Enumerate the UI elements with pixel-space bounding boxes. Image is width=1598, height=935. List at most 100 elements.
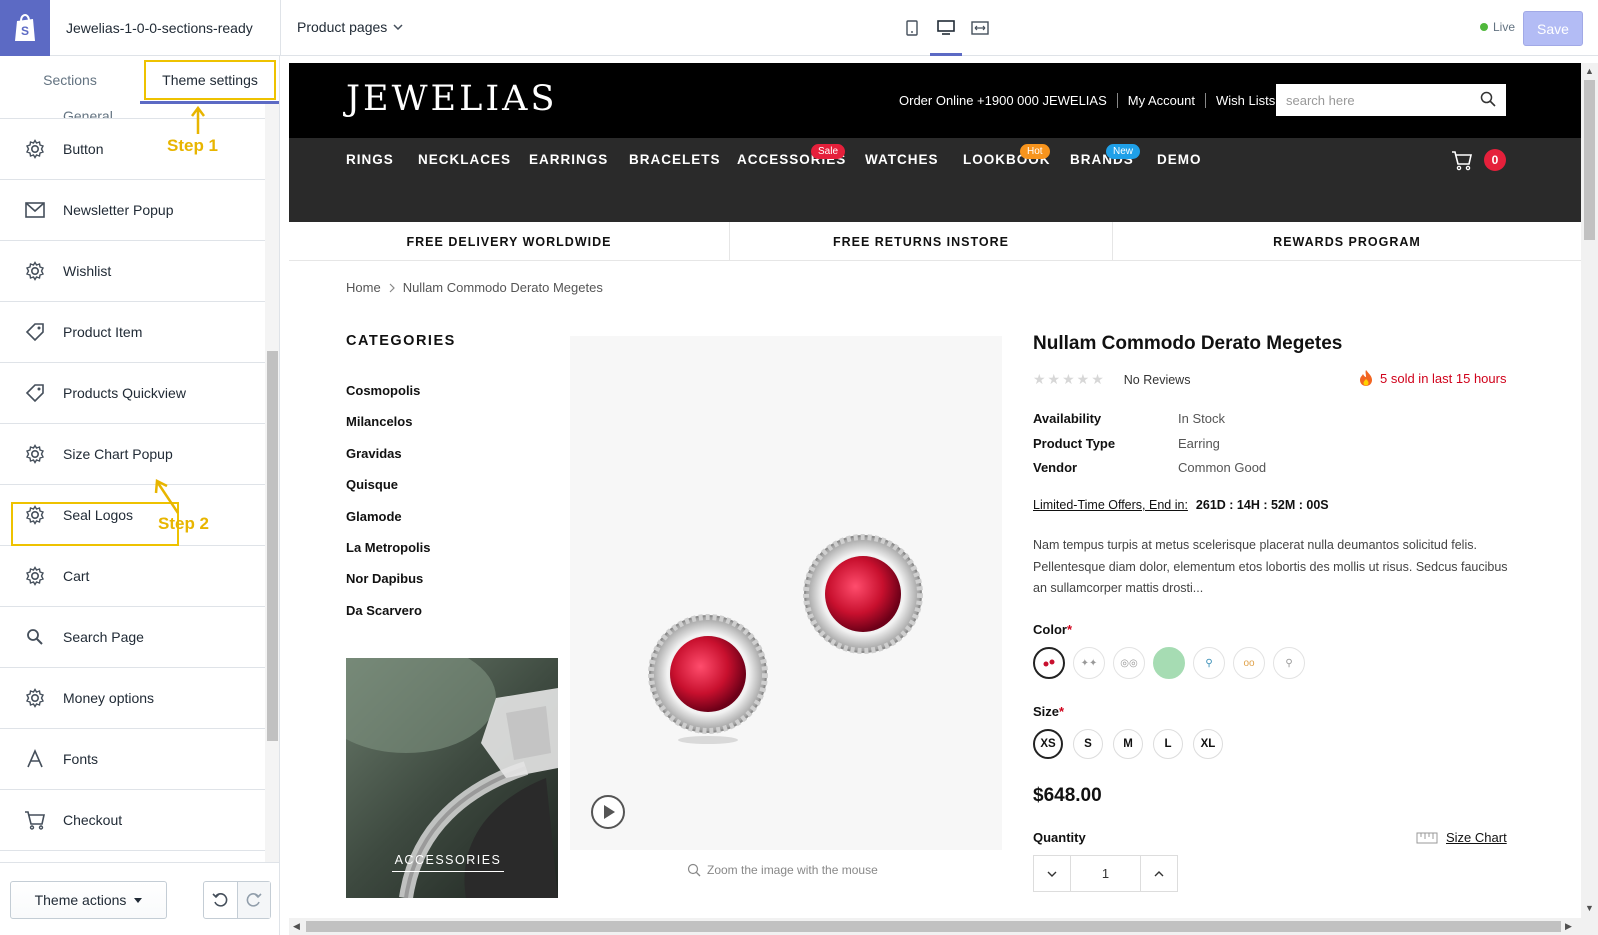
shopify-logo[interactable]: S (0, 0, 50, 56)
menu-item-money-options[interactable]: Money options (0, 668, 265, 729)
quantity-decrease-button[interactable] (1034, 856, 1070, 891)
menu-item-label: Seal Logos (63, 507, 134, 523)
size-option[interactable]: M (1113, 729, 1143, 759)
spec-key: Vendor (1033, 460, 1078, 475)
size-option[interactable]: XS (1033, 729, 1063, 759)
nav-lookbook[interactable]: LOOKBOOK Hot (963, 144, 1051, 167)
nav-demo[interactable]: DEMO (1157, 152, 1202, 167)
product-reviews[interactable]: ★★★★★ No Reviews (1033, 371, 1190, 388)
menu-item-button[interactable]: Button (0, 119, 265, 180)
category-link[interactable]: Nor Dapibus (346, 571, 431, 602)
save-button[interactable]: Save (1523, 11, 1583, 46)
cart-icon[interactable] (1451, 149, 1473, 171)
menu-item-cart[interactable]: Cart (0, 546, 265, 607)
menu-item-label: Wishlist (63, 263, 112, 279)
nav-watches[interactable]: WATCHES (865, 152, 939, 167)
spec-row: Vendor Common Good (1033, 460, 1266, 485)
menu-item-products-quickview[interactable]: Products Quickview (0, 363, 265, 424)
sidebar-scrollbar-thumb[interactable] (267, 351, 278, 741)
scroll-right-arrow-icon[interactable]: ▶ (1565, 921, 1572, 932)
swatch-option[interactable]: ⚲ (1193, 647, 1225, 679)
nav-bracelets[interactable]: BRACELETS (629, 152, 721, 167)
order-online-link[interactable]: Order Online +1900 000 JEWELIAS (899, 93, 1107, 108)
swatch-ruby[interactable] (1033, 647, 1065, 679)
menu-item-label: Product Item (63, 324, 143, 340)
category-link[interactable]: Da Scarvero (346, 603, 431, 634)
zoom-note: Zoom the image with the mouse (687, 863, 878, 877)
spec-key: Availability (1033, 411, 1102, 426)
category-link[interactable]: Milancelos (346, 414, 431, 445)
quantity-input[interactable]: 1 (1070, 856, 1141, 891)
menu-item-label: Money options (63, 690, 155, 706)
menu-item-product-item[interactable]: Product Item (0, 302, 265, 363)
scroll-left-arrow-icon[interactable]: ◀ (293, 921, 300, 932)
category-link[interactable]: Cosmopolis (346, 383, 431, 414)
nav-rings[interactable]: RINGS (346, 152, 394, 167)
menu-item-checkout[interactable]: Checkout (0, 790, 265, 851)
size-option[interactable]: S (1073, 729, 1103, 759)
product-price: $648.00 (1033, 785, 1102, 806)
desktop-view-button[interactable] (930, 14, 962, 56)
size-chart-label: Size Chart (1446, 830, 1507, 845)
size-chart-link[interactable]: Size Chart (1416, 830, 1507, 845)
swatch-green[interactable] (1153, 647, 1185, 679)
size-option[interactable]: XL (1193, 729, 1223, 759)
category-link[interactable]: La Metropolis (346, 540, 431, 571)
category-link[interactable]: Glamode (346, 509, 431, 540)
preview-vertical-scrollbar-thumb[interactable] (1584, 80, 1595, 240)
promo-free-returns: FREE RETURNS INSTORE (729, 222, 1112, 261)
sold-text: 5 sold in last 15 hours (1380, 370, 1507, 386)
preview-horizontal-scrollbar-thumb[interactable] (306, 921, 1561, 932)
step1-label: Step 1 (167, 136, 219, 155)
swatch-option[interactable]: ✦✦ (1073, 647, 1105, 679)
menu-item-search-page[interactable]: Search Page (0, 607, 265, 668)
storefront-preview: JEWELIAS Order Online +1900 000 JEWELIAS… (289, 63, 1581, 933)
size-option[interactable]: L (1153, 729, 1183, 759)
redo-button[interactable] (236, 882, 270, 918)
theme-actions-button[interactable]: Theme actions (10, 881, 167, 919)
category-link[interactable]: Quisque (346, 477, 431, 508)
accessories-banner[interactable]: ACCESSORIES (346, 658, 558, 898)
scroll-up-arrow-icon[interactable]: ▲ (1585, 66, 1594, 76)
breadcrumb-home[interactable]: Home (346, 280, 381, 295)
swatch-option[interactable]: oo (1233, 647, 1265, 679)
menu-item-size-chart-popup[interactable]: Size Chart Popup (0, 424, 265, 485)
play-video-icon[interactable] (590, 794, 626, 830)
menu-item-seal-logos[interactable]: Seal Logos (0, 485, 265, 546)
menu-item-general[interactable]: General (0, 103, 265, 119)
categories-list: Cosmopolis Milancelos Gravidas Quisque G… (346, 383, 431, 634)
category-link[interactable]: Gravidas (346, 446, 431, 477)
page-type-select[interactable]: Product pages (297, 19, 403, 35)
menu-item-fonts[interactable]: Fonts (0, 729, 265, 790)
swatch-option[interactable]: ⚲ (1273, 647, 1305, 679)
fullscreen-view-button[interactable] (968, 14, 992, 42)
store-logo[interactable]: JEWELIAS (346, 79, 557, 119)
quantity-increase-button[interactable] (1141, 856, 1177, 891)
my-account-link[interactable]: My Account (1128, 93, 1195, 108)
menu-item-newsletter-popup[interactable]: Newsletter Popup (0, 180, 265, 241)
store-search-input[interactable]: search here (1276, 84, 1506, 116)
nav-brands[interactable]: BRANDS New (1070, 144, 1141, 167)
spec-value: Common Good (1178, 460, 1267, 475)
search-icon[interactable] (1480, 91, 1496, 107)
font-icon (24, 748, 46, 770)
product-image-area[interactable] (570, 336, 1002, 850)
scroll-down-arrow-icon[interactable]: ▼ (1585, 903, 1594, 913)
wish-lists-link[interactable]: Wish Lists (1216, 93, 1275, 108)
live-dot (1480, 23, 1488, 31)
nav-necklaces[interactable]: NECKLACES (418, 152, 511, 167)
nav-accessories[interactable]: ACCESSORIES Sale (737, 144, 846, 167)
undo-button[interactable] (204, 882, 237, 918)
mobile-view-button[interactable] (900, 14, 924, 42)
tab-theme-settings[interactable]: Theme settings (140, 56, 279, 104)
step2-arrow-icon (154, 479, 180, 514)
tab-sections[interactable]: Sections (0, 56, 140, 104)
breadcrumb: Home Nullam Commodo Derato Megetes (346, 280, 603, 295)
quantity-label: Quantity (1033, 830, 1086, 845)
fire-icon (1360, 370, 1372, 386)
nav-earrings[interactable]: EARRINGS (529, 152, 608, 167)
menu-item-wishlist[interactable]: Wishlist (0, 241, 265, 302)
spec-value: Earring (1178, 435, 1220, 451)
new-badge: New (1106, 144, 1141, 159)
swatch-option[interactable]: ◎◎ (1113, 647, 1145, 679)
